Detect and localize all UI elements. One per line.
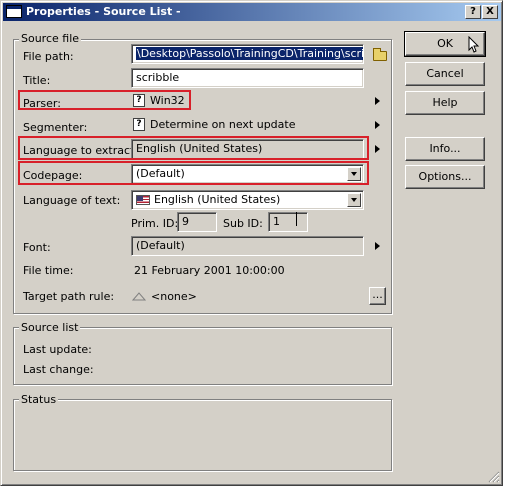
- source-list-group: [13, 327, 392, 385]
- font-value: (Default): [136, 239, 185, 252]
- title-value: scribble: [136, 71, 180, 84]
- prim-id-field: 9: [177, 212, 217, 232]
- file-time-label: File time:: [23, 264, 74, 277]
- sub-id-field: 1: [268, 212, 308, 232]
- font-field[interactable]: (Default): [131, 236, 364, 256]
- window-icon: [6, 5, 22, 18]
- help-button[interactable]: Help: [405, 91, 485, 115]
- file-path-label: File path:: [23, 50, 74, 63]
- language-text-dropdown-icon[interactable]: [347, 193, 361, 207]
- resize-grip-icon[interactable]: [488, 471, 500, 483]
- title-bar[interactable]: Properties - Source List - ? X: [3, 3, 501, 21]
- language-extract-arrow-icon[interactable]: [375, 145, 380, 153]
- options-button[interactable]: Options...: [405, 165, 485, 189]
- file-time-value: 21 February 2001 10:00:00: [134, 264, 285, 277]
- browse-button[interactable]: ...: [369, 287, 386, 305]
- file-path-field[interactable]: \Desktop\Passolo\TrainingCD\Training\scr…: [131, 44, 364, 64]
- segmenter-value: Determine on next update: [150, 118, 296, 131]
- target-path-icon: [131, 291, 147, 301]
- close-title-button[interactable]: X: [482, 5, 498, 19]
- codepage-highlight: [18, 161, 369, 185]
- help-title-button[interactable]: ?: [465, 5, 481, 19]
- language-text-label: Language of text:: [23, 194, 121, 207]
- status-group-label: Status: [19, 393, 59, 406]
- last-update-label: Last update:: [23, 343, 92, 356]
- title-field[interactable]: scribble: [131, 68, 364, 88]
- properties-dialog: Properties - Source List - ? X Source fi…: [0, 0, 503, 486]
- cancel-button[interactable]: Cancel: [405, 62, 485, 86]
- language-text-value: English (United States): [154, 193, 281, 206]
- segmenter-arrow-icon[interactable]: [375, 121, 380, 129]
- sub-id-value: 1: [273, 215, 280, 228]
- file-path-value: \Desktop\Passolo\TrainingCD\Training\scr…: [136, 47, 363, 60]
- target-path-value: <none>: [151, 290, 197, 303]
- segmenter-label: Segmenter:: [23, 121, 88, 134]
- language-extract-highlight: [18, 136, 369, 160]
- prim-id-value: 9: [182, 215, 189, 228]
- parser-arrow-icon[interactable]: [375, 97, 380, 105]
- prim-id-label: Prim. ID:: [131, 217, 179, 230]
- source-file-group-label: Source file: [19, 32, 82, 45]
- title-label: Title:: [23, 74, 51, 87]
- sub-id-label: Sub ID:: [223, 217, 263, 230]
- source-list-group-label: Source list: [19, 321, 81, 334]
- parser-highlight: [18, 90, 191, 110]
- target-path-label: Target path rule:: [23, 290, 115, 303]
- status-group: [13, 399, 392, 471]
- info-button[interactable]: Info...: [405, 137, 485, 161]
- font-arrow-icon[interactable]: [375, 242, 380, 250]
- us-flag-icon: [136, 195, 150, 205]
- font-label: Font:: [23, 241, 51, 254]
- language-text-select[interactable]: English (United States): [131, 190, 364, 210]
- last-change-label: Last change:: [23, 363, 94, 376]
- folder-open-icon[interactable]: [373, 48, 387, 61]
- window-title: Properties - Source List -: [26, 5, 181, 18]
- text-cursor-icon: [296, 212, 297, 226]
- segmenter-icon: ?: [133, 118, 145, 131]
- mouse-pointer-icon: [468, 35, 480, 57]
